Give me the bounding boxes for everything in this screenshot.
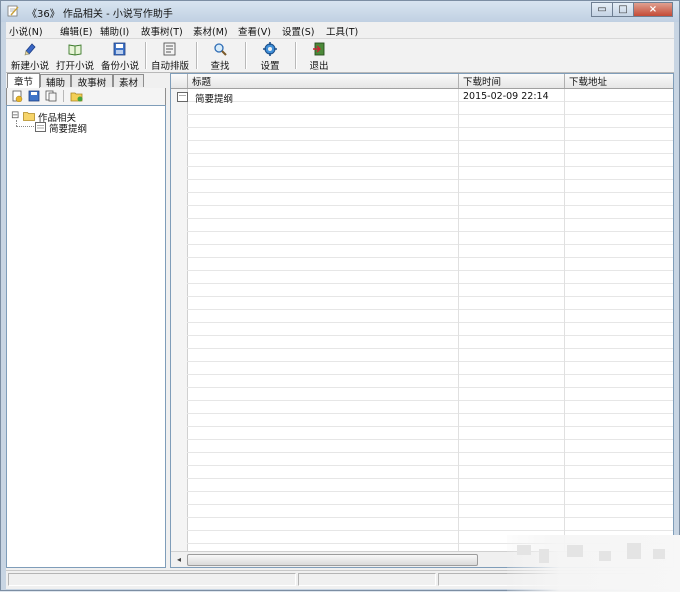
- status-segment-main: [8, 573, 296, 586]
- tree-toolbar: [6, 88, 166, 105]
- column-header-download-url-label: 下载地址: [569, 77, 608, 88]
- watermark-block: [539, 549, 549, 563]
- auto-layout-icon: [163, 42, 176, 56]
- folder-add-icon[interactable]: [70, 90, 83, 102]
- column-header-download-time[interactable]: 下载时间: [458, 74, 564, 88]
- new-novel-button[interactable]: 新建小说: [9, 41, 51, 72]
- column-divider: [458, 89, 459, 551]
- gear-icon: [263, 42, 277, 56]
- minimize-icon: ▭: [597, 4, 607, 15]
- tree-item-outline[interactable]: 简要提纲: [35, 121, 155, 135]
- column-header-title[interactable]: 标题: [187, 74, 458, 88]
- close-button[interactable]: ×: [633, 2, 673, 17]
- column-header-download-time-label: 下载时间: [463, 77, 502, 88]
- menu-novel[interactable]: 小说(N): [9, 24, 43, 38]
- auto-layout-label: 自动排版: [150, 61, 189, 72]
- tree-connector: [16, 126, 34, 128]
- settings-label: 设置: [260, 61, 280, 72]
- open-book-icon: [68, 44, 82, 56]
- app-icon: [7, 5, 19, 17]
- list-header: 标题 下载时间 下载地址: [171, 74, 673, 89]
- chapter-panel: 章节 辅助 故事树 素材 ⊟ 作品相关 简要提纲: [6, 73, 166, 568]
- new-file-icon[interactable]: [11, 90, 23, 102]
- toolbar-separator: [245, 42, 247, 69]
- watermark-area: [507, 535, 680, 592]
- column-divider: [564, 89, 565, 551]
- copy-page-icon[interactable]: [45, 90, 57, 102]
- minimize-button[interactable]: ▭: [591, 2, 613, 17]
- backup-novel-button[interactable]: 备份小说: [98, 41, 142, 72]
- status-segment-2: [298, 573, 436, 586]
- exit-label: 退出: [309, 61, 329, 72]
- row-download-time: 2015-02-09 22:14: [463, 91, 549, 102]
- toolbar-separator: [196, 42, 198, 69]
- exit-button[interactable]: 退出: [301, 41, 337, 72]
- watermark-block: [567, 545, 583, 557]
- toolbar-separator: [295, 42, 297, 69]
- menu-edit[interactable]: 编辑(E): [60, 24, 92, 38]
- save-icon[interactable]: [28, 90, 40, 102]
- client-area: 小说(N) 编辑(E) 辅助(I) 故事树(T) 素材(M) 查看(V) 设置(…: [6, 22, 674, 589]
- watermark-block: [599, 551, 611, 561]
- chapter-list[interactable]: 标题 下载时间 下载地址 简要提纲 2015-02-09 22:14 ◂: [170, 73, 674, 568]
- row-title: 简要提纲: [195, 94, 234, 105]
- open-novel-label: 打开小说: [55, 61, 94, 72]
- open-novel-button[interactable]: 打开小说: [53, 41, 97, 72]
- watermark-block: [517, 545, 531, 555]
- scroll-thumb[interactable]: [187, 554, 478, 566]
- toolbar: 新建小说 打开小说 备份小说 自动排版 查找 设置 退出: [6, 38, 674, 73]
- tab-chapters[interactable]: 章节: [7, 73, 40, 88]
- magnifier-icon: [214, 43, 227, 56]
- tab-assist[interactable]: 辅助: [40, 74, 71, 89]
- menu-story-tree[interactable]: 故事树(T): [141, 24, 183, 38]
- menu-assist[interactable]: 辅助(I): [100, 24, 129, 38]
- find-label: 查找: [210, 61, 230, 72]
- scroll-left-icon[interactable]: ◂: [173, 554, 185, 566]
- menu-bar: 小说(N) 编辑(E) 辅助(I) 故事树(T) 素材(M) 查看(V) 设置(…: [6, 22, 674, 38]
- menu-settings[interactable]: 设置(S): [282, 24, 314, 38]
- app-window: 《36》 作品相关 - 小说写作助手 ▭ □ × 小说(N) 编辑(E) 辅助(…: [0, 0, 680, 592]
- exit-door-icon: [313, 42, 325, 56]
- menu-view[interactable]: 查看(V): [238, 24, 271, 38]
- menu-tools[interactable]: 工具(T): [326, 24, 358, 38]
- new-novel-icon: [24, 43, 36, 56]
- column-header-title-label: 标题: [192, 77, 212, 88]
- menu-material[interactable]: 素材(M): [193, 24, 228, 38]
- window-title: 《36》 作品相关 - 小说写作助手: [27, 9, 173, 20]
- row-gutter: [171, 74, 188, 551]
- tab-chapters-label: 章节: [13, 77, 33, 88]
- watermark-block: [627, 543, 641, 559]
- maximize-icon: □: [618, 4, 628, 15]
- tab-material[interactable]: 素材: [113, 74, 144, 89]
- folder-icon: [23, 112, 35, 121]
- find-button[interactable]: 查找: [201, 41, 239, 72]
- left-tabs: 章节 辅助 故事树 素材: [6, 73, 166, 89]
- new-novel-label: 新建小说: [10, 61, 49, 72]
- backup-novel-label: 备份小说: [100, 61, 139, 72]
- save-disk-icon: [113, 42, 126, 56]
- tab-story-tree[interactable]: 故事树: [71, 74, 113, 89]
- tree-toolbar-separator: [63, 90, 64, 102]
- settings-button[interactable]: 设置: [250, 41, 290, 72]
- maximize-button[interactable]: □: [612, 2, 634, 17]
- table-row[interactable]: 简要提纲 2015-02-09 22:14: [187, 89, 673, 105]
- auto-layout-button[interactable]: 自动排版: [148, 41, 192, 72]
- window-controls: ▭ □ ×: [591, 2, 673, 19]
- close-icon: ×: [648, 4, 658, 15]
- watermark-block: [653, 549, 665, 559]
- list-grid: [187, 89, 673, 550]
- document-icon: [35, 122, 46, 132]
- chapter-tree[interactable]: ⊟ 作品相关 简要提纲: [6, 105, 166, 568]
- tree-child-label: 简要提纲: [49, 124, 88, 135]
- title-bar[interactable]: 《36》 作品相关 - 小说写作助手 ▭ □ ×: [1, 1, 679, 22]
- column-header-download-url[interactable]: 下载地址: [564, 74, 673, 88]
- toolbar-separator: [145, 42, 147, 69]
